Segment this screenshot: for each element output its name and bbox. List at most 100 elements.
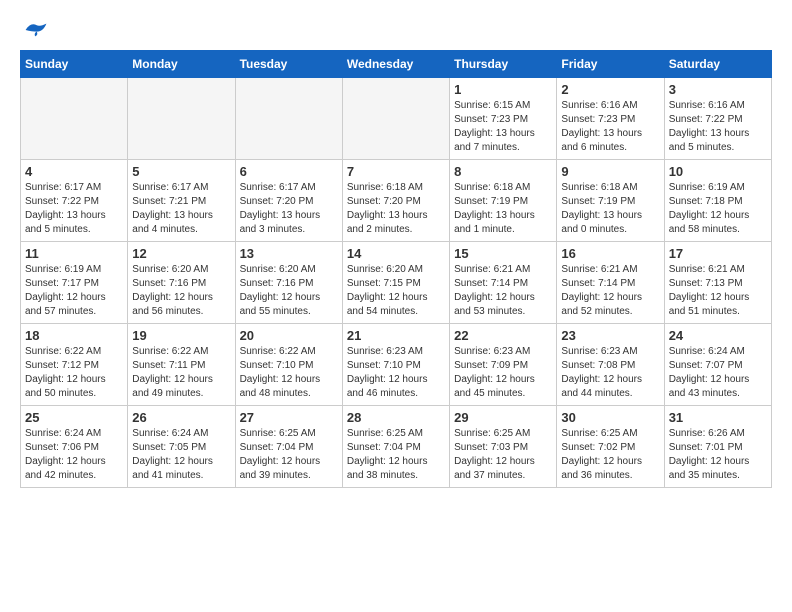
calendar-cell: 10Sunrise: 6:19 AM Sunset: 7:18 PM Dayli…: [664, 160, 771, 242]
calendar-cell: 30 Sunrise: 6:25 AM Sunset: 7:02 PM Dayli…: [557, 406, 664, 488]
calendar-cell: 24 Sunrise: 6:24 AM Sunset: 7:07 PM Dayli…: [664, 324, 771, 406]
day-info: Sunrise: 6:21 AM Sunset: 7:14 PM Dayligh…: [561, 263, 659, 319]
calendar-cell: 7 Sunrise: 6:18 AM Sunset: 7:20 PM Daylig…: [342, 160, 449, 242]
day-number: 5: [132, 164, 230, 179]
col-header-sunday: Sunday: [21, 51, 128, 78]
calendar-cell: 13 Sunrise: 6:20 AM Sunset: 7:16 PM Dayli…: [235, 242, 342, 324]
calendar-cell: 19 Sunrise: 6:22 AM Sunset: 7:11 PM Dayli…: [128, 324, 235, 406]
day-number: 19: [132, 328, 230, 343]
day-info: Sunrise: 6:22 AM Sunset: 7:10 PM Dayligh…: [240, 345, 338, 401]
day-info: Sunrise: 6:25 AM Sunset: 7:04 PM Dayligh…: [240, 427, 338, 483]
calendar-cell: 17Sunrise: 6:21 AM Sunset: 7:13 PM Dayli…: [664, 242, 771, 324]
day-number: 25: [25, 410, 123, 425]
day-info: Sunrise: 6:21 AM Sunset: 7:14 PM Dayligh…: [454, 263, 552, 319]
day-info: Sunrise: 6:17 AM Sunset: 7:20 PM Dayligh…: [240, 181, 338, 237]
calendar-cell: 5 Sunrise: 6:17 AM Sunset: 7:21 PM Daylig…: [128, 160, 235, 242]
calendar-cell: 9Sunrise: 6:18 AM Sunset: 7:19 PM Daylig…: [557, 160, 664, 242]
calendar-cell: [128, 78, 235, 160]
day-info: Sunrise: 6:25 AM Sunset: 7:02 PM Dayligh…: [561, 427, 659, 483]
day-info: Sunrise: 6:26 AM Sunset: 7:01 PM Dayligh…: [669, 427, 767, 483]
day-number: 3: [669, 82, 767, 97]
day-info: Sunrise: 6:20 AM Sunset: 7:16 PM Dayligh…: [132, 263, 230, 319]
logo-bird-icon: [24, 20, 48, 40]
day-number: 7: [347, 164, 445, 179]
day-info: Sunrise: 6:23 AM Sunset: 7:09 PM Dayligh…: [454, 345, 552, 401]
day-info: Sunrise: 6:23 AM Sunset: 7:10 PM Dayligh…: [347, 345, 445, 401]
day-number: 27: [240, 410, 338, 425]
calendar-week-row: 25 Sunrise: 6:24 AM Sunset: 7:06 PM Dayli…: [21, 406, 772, 488]
calendar-cell: [21, 78, 128, 160]
day-number: 13: [240, 246, 338, 261]
day-info: Sunrise: 6:25 AM Sunset: 7:03 PM Dayligh…: [454, 427, 552, 483]
day-info: Sunrise: 6:17 AM Sunset: 7:22 PM Dayligh…: [25, 181, 123, 237]
col-header-monday: Monday: [128, 51, 235, 78]
day-info: Sunrise: 6:24 AM Sunset: 7:07 PM Dayligh…: [669, 345, 767, 401]
calendar-cell: 14 Sunrise: 6:20 AM Sunset: 7:15 PM Dayli…: [342, 242, 449, 324]
day-number: 14: [347, 246, 445, 261]
day-number: 2: [561, 82, 659, 97]
col-header-thursday: Thursday: [450, 51, 557, 78]
day-number: 30: [561, 410, 659, 425]
day-number: 29: [454, 410, 552, 425]
day-info: Sunrise: 6:15 AM Sunset: 7:23 PM Dayligh…: [454, 99, 552, 155]
day-number: 22: [454, 328, 552, 343]
day-number: 26: [132, 410, 230, 425]
day-info: Sunrise: 6:23 AM Sunset: 7:08 PM Dayligh…: [561, 345, 659, 401]
day-number: 1: [454, 82, 552, 97]
day-number: 12: [132, 246, 230, 261]
day-info: Sunrise: 6:20 AM Sunset: 7:15 PM Dayligh…: [347, 263, 445, 319]
calendar-cell: 27 Sunrise: 6:25 AM Sunset: 7:04 PM Dayli…: [235, 406, 342, 488]
day-number: 9: [561, 164, 659, 179]
day-number: 11: [25, 246, 123, 261]
day-info: Sunrise: 6:16 AM Sunset: 7:22 PM Dayligh…: [669, 99, 767, 155]
calendar-table: SundayMondayTuesdayWednesdayThursdayFrid…: [20, 50, 772, 488]
day-number: 24: [669, 328, 767, 343]
day-number: 17: [669, 246, 767, 261]
calendar-week-row: 18Sunrise: 6:22 AM Sunset: 7:12 PM Dayli…: [21, 324, 772, 406]
day-info: Sunrise: 6:20 AM Sunset: 7:16 PM Dayligh…: [240, 263, 338, 319]
day-number: 23: [561, 328, 659, 343]
day-info: Sunrise: 6:25 AM Sunset: 7:04 PM Dayligh…: [347, 427, 445, 483]
calendar-cell: [235, 78, 342, 160]
day-number: 10: [669, 164, 767, 179]
calendar-cell: 25 Sunrise: 6:24 AM Sunset: 7:06 PM Dayli…: [21, 406, 128, 488]
day-info: Sunrise: 6:22 AM Sunset: 7:12 PM Dayligh…: [25, 345, 123, 401]
day-number: 15: [454, 246, 552, 261]
day-info: Sunrise: 6:18 AM Sunset: 7:19 PM Dayligh…: [454, 181, 552, 237]
day-number: 6: [240, 164, 338, 179]
calendar-week-row: 11Sunrise: 6:19 AM Sunset: 7:17 PM Dayli…: [21, 242, 772, 324]
day-number: 20: [240, 328, 338, 343]
calendar-cell: 20 Sunrise: 6:22 AM Sunset: 7:10 PM Dayli…: [235, 324, 342, 406]
day-info: Sunrise: 6:24 AM Sunset: 7:05 PM Dayligh…: [132, 427, 230, 483]
calendar-cell: 31 Sunrise: 6:26 AM Sunset: 7:01 PM Dayli…: [664, 406, 771, 488]
calendar-cell: 8 Sunrise: 6:18 AM Sunset: 7:19 PM Daylig…: [450, 160, 557, 242]
calendar-week-row: 1 Sunrise: 6:15 AM Sunset: 7:23 PM Daylig…: [21, 78, 772, 160]
calendar-cell: 26 Sunrise: 6:24 AM Sunset: 7:05 PM Dayli…: [128, 406, 235, 488]
day-info: Sunrise: 6:18 AM Sunset: 7:20 PM Dayligh…: [347, 181, 445, 237]
calendar-cell: 15 Sunrise: 6:21 AM Sunset: 7:14 PM Dayli…: [450, 242, 557, 324]
day-number: 8: [454, 164, 552, 179]
calendar-cell: 16Sunrise: 6:21 AM Sunset: 7:14 PM Dayli…: [557, 242, 664, 324]
calendar-cell: 28Sunrise: 6:25 AM Sunset: 7:04 PM Dayli…: [342, 406, 449, 488]
day-info: Sunrise: 6:17 AM Sunset: 7:21 PM Dayligh…: [132, 181, 230, 237]
calendar-cell: 21 Sunrise: 6:23 AM Sunset: 7:10 PM Dayli…: [342, 324, 449, 406]
day-number: 31: [669, 410, 767, 425]
day-number: 4: [25, 164, 123, 179]
calendar-cell: 12 Sunrise: 6:20 AM Sunset: 7:16 PM Dayli…: [128, 242, 235, 324]
calendar-cell: 11Sunrise: 6:19 AM Sunset: 7:17 PM Dayli…: [21, 242, 128, 324]
calendar-cell: 1 Sunrise: 6:15 AM Sunset: 7:23 PM Daylig…: [450, 78, 557, 160]
calendar-cell: 29 Sunrise: 6:25 AM Sunset: 7:03 PM Dayli…: [450, 406, 557, 488]
calendar-cell: 6 Sunrise: 6:17 AM Sunset: 7:20 PM Daylig…: [235, 160, 342, 242]
col-header-wednesday: Wednesday: [342, 51, 449, 78]
calendar-cell: 18Sunrise: 6:22 AM Sunset: 7:12 PM Dayli…: [21, 324, 128, 406]
calendar-cell: 23 Sunrise: 6:23 AM Sunset: 7:08 PM Dayli…: [557, 324, 664, 406]
col-header-friday: Friday: [557, 51, 664, 78]
day-info: Sunrise: 6:24 AM Sunset: 7:06 PM Dayligh…: [25, 427, 123, 483]
calendar-week-row: 4 Sunrise: 6:17 AM Sunset: 7:22 PM Daylig…: [21, 160, 772, 242]
day-info: Sunrise: 6:22 AM Sunset: 7:11 PM Dayligh…: [132, 345, 230, 401]
logo: [20, 20, 48, 40]
day-number: 21: [347, 328, 445, 343]
calendar-cell: 2Sunrise: 6:16 AM Sunset: 7:23 PM Daylig…: [557, 78, 664, 160]
col-header-tuesday: Tuesday: [235, 51, 342, 78]
calendar-cell: 22 Sunrise: 6:23 AM Sunset: 7:09 PM Dayli…: [450, 324, 557, 406]
